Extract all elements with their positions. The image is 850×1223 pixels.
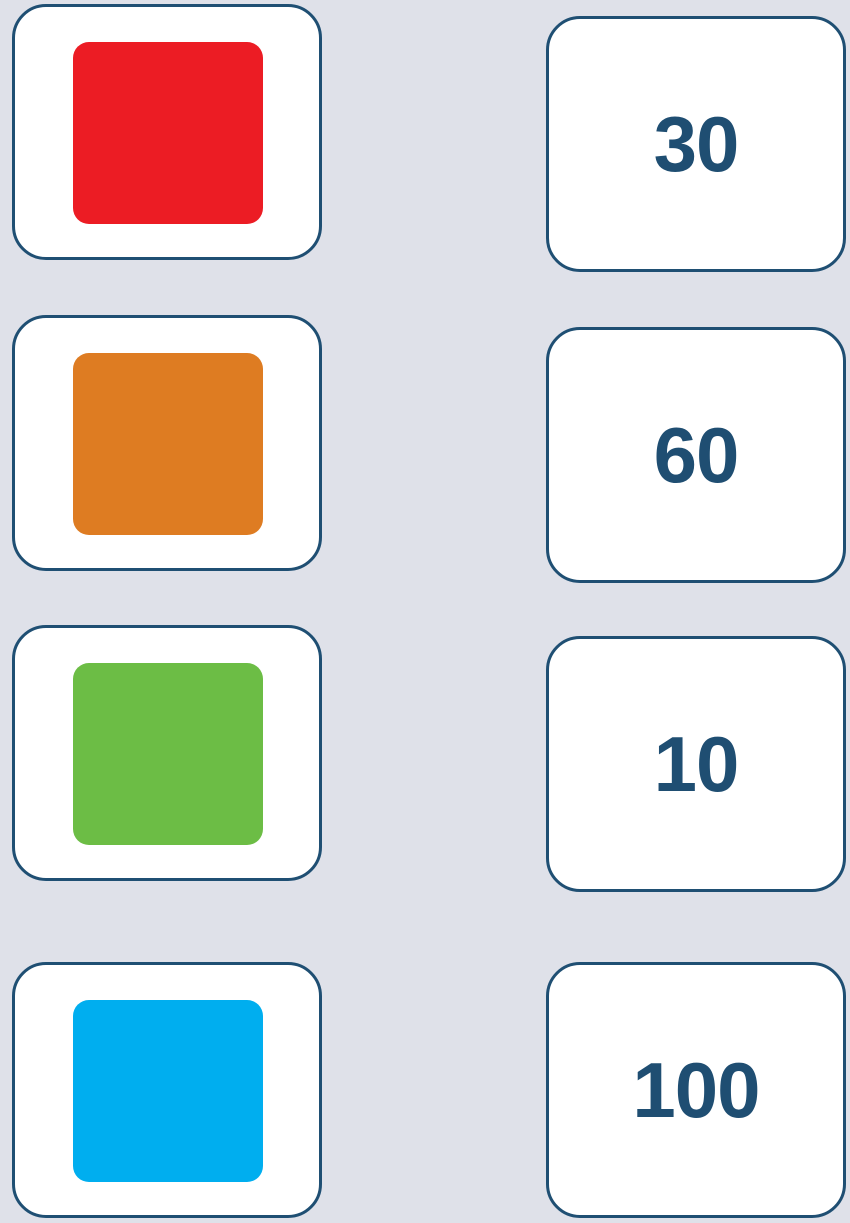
color-swatch <box>73 353 263 535</box>
value-card: 100 <box>546 962 846 1218</box>
color-swatch-card <box>12 625 322 881</box>
color-swatch <box>73 42 263 224</box>
value-card: 30 <box>546 16 846 272</box>
color-swatch <box>73 663 263 845</box>
color-swatch <box>73 1000 263 1182</box>
value-label: 10 <box>653 719 740 808</box>
value-label: 60 <box>653 410 740 499</box>
value-card: 10 <box>546 636 846 892</box>
color-swatch-card <box>12 315 322 571</box>
color-swatch-card <box>12 4 322 260</box>
value-label: 30 <box>653 99 740 188</box>
value-card: 60 <box>546 327 846 583</box>
color-swatch-card <box>12 962 322 1218</box>
value-label: 100 <box>632 1045 760 1134</box>
